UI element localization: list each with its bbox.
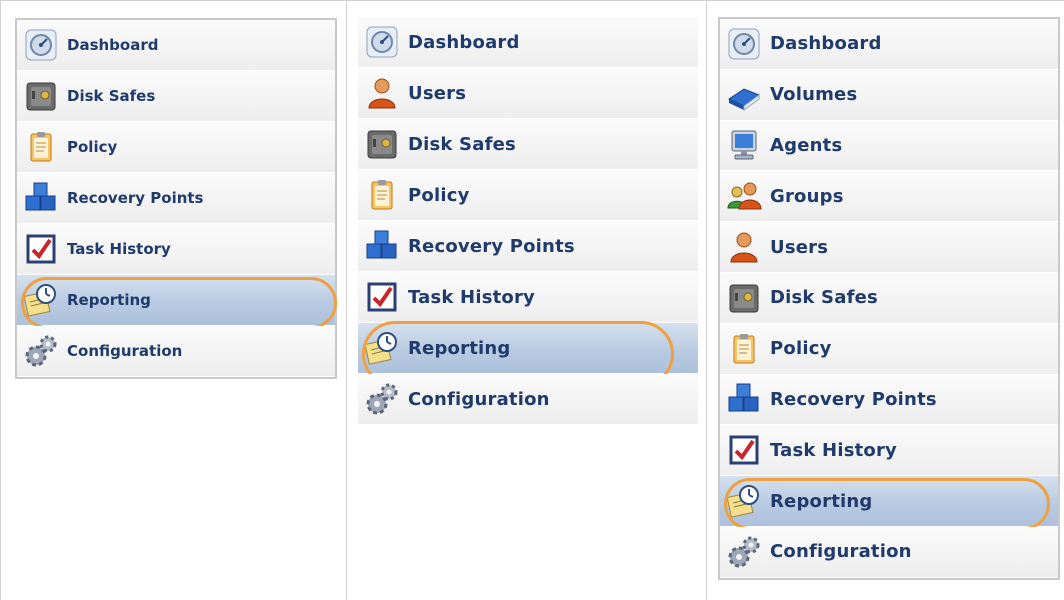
policy-icon: [364, 177, 400, 213]
menu-item-reporting[interactable]: Reporting: [17, 275, 337, 329]
disk-safe-icon: [726, 280, 762, 316]
menu-item-disk-safes[interactable]: Disk Safes: [17, 71, 335, 122]
menu-item-volumes[interactable]: Volumes: [720, 69, 1058, 121]
menu-item-task-history[interactable]: Task History: [358, 272, 698, 323]
menu-item-label: Configuration: [67, 342, 183, 360]
task-history-icon: [23, 231, 59, 267]
reporting-icon: [726, 483, 762, 519]
menu-item-recovery-points[interactable]: Recovery Points: [358, 221, 698, 272]
menu-item-policy[interactable]: Policy: [17, 122, 335, 173]
user-icon: [726, 229, 762, 265]
groups-icon: [726, 178, 762, 214]
policy-icon: [726, 331, 762, 367]
menu-item-label: Task History: [408, 286, 535, 308]
nav-menu-full: Dashboard Volumes Agents Groups Users Di…: [718, 17, 1060, 580]
menu-item-label: Policy: [770, 338, 832, 360]
menu-item-configuration[interactable]: Configuration: [17, 326, 335, 377]
menu-item-label: Disk Safes: [408, 133, 516, 155]
volumes-icon: [726, 77, 762, 113]
recovery-points-icon: [23, 180, 59, 216]
menu-item-label: Reporting: [67, 291, 151, 309]
menu-item-disk-safes[interactable]: Disk Safes: [358, 119, 698, 170]
menu-item-label: Users: [770, 236, 829, 258]
reporting-icon: [364, 330, 400, 366]
configuration-icon: [726, 534, 762, 570]
menu-item-label: Reporting: [770, 490, 873, 512]
menu-item-label: Groups: [770, 185, 844, 207]
menu-item-agents[interactable]: Agents: [720, 120, 1058, 172]
menu-item-label: Recovery Points: [770, 388, 937, 410]
menu-item-dashboard[interactable]: Dashboard: [358, 17, 698, 68]
menu-item-groups[interactable]: Groups: [720, 171, 1058, 223]
menu-item-recovery-points[interactable]: Recovery Points: [17, 173, 335, 224]
configuration-icon: [364, 381, 400, 417]
panel-cell-1: Dashboard Disk Safes Policy Recovery Poi…: [0, 0, 347, 600]
menu-item-label: Policy: [408, 184, 470, 206]
menu-item-label: Configuration: [408, 388, 550, 410]
menu-item-configuration[interactable]: Configuration: [720, 526, 1058, 578]
menu-item-label: Disk Safes: [67, 87, 156, 105]
nav-menu-basic: Dashboard Disk Safes Policy Recovery Poi…: [15, 18, 337, 379]
recovery-points-icon: [364, 228, 400, 264]
menu-item-policy[interactable]: Policy: [358, 170, 698, 221]
menu-item-reporting[interactable]: Reporting: [358, 321, 698, 387]
menu-item-label: Volumes: [770, 84, 858, 106]
menu-item-task-history[interactable]: Task History: [17, 224, 335, 275]
nav-menu-with-users: Dashboard Users Disk Safes Policy Recove…: [358, 17, 698, 425]
reporting-icon: [23, 282, 59, 318]
menu-item-label: Reporting: [408, 337, 511, 359]
panel-cell-2: Dashboard Users Disk Safes Policy Recove…: [346, 0, 707, 600]
menu-item-users[interactable]: Users: [358, 68, 698, 119]
menu-item-label: Recovery Points: [408, 235, 575, 257]
menu-item-label: Dashboard: [770, 33, 882, 55]
menu-item-label: Dashboard: [408, 31, 520, 53]
recovery-points-icon: [726, 381, 762, 417]
menu-item-label: Configuration: [770, 541, 912, 563]
menu-item-recovery-points[interactable]: Recovery Points: [720, 374, 1058, 426]
menu-item-dashboard[interactable]: Dashboard: [17, 20, 335, 71]
disk-safe-icon: [364, 126, 400, 162]
menu-item-disk-safes[interactable]: Disk Safes: [720, 272, 1058, 324]
dashboard-icon: [364, 24, 400, 60]
menu-item-policy[interactable]: Policy: [720, 323, 1058, 375]
disk-safe-icon: [23, 78, 59, 114]
menu-item-label: Task History: [770, 439, 897, 461]
task-history-icon: [726, 432, 762, 468]
menu-item-label: Disk Safes: [770, 287, 878, 309]
dashboard-icon: [23, 27, 59, 63]
menu-item-label: Users: [408, 82, 467, 104]
menu-item-users[interactable]: Users: [720, 222, 1058, 273]
menu-item-dashboard[interactable]: Dashboard: [720, 19, 1058, 70]
menu-item-configuration[interactable]: Configuration: [358, 374, 698, 425]
task-history-icon: [364, 279, 400, 315]
menu-item-label: Dashboard: [67, 36, 159, 54]
policy-icon: [23, 129, 59, 165]
menu-item-reporting[interactable]: Reporting: [720, 476, 1058, 530]
menu-item-label: Agents: [770, 134, 843, 156]
configuration-icon: [23, 333, 59, 369]
menu-item-label: Recovery Points: [67, 189, 204, 207]
menu-item-label: Policy: [67, 138, 118, 156]
menu-item-label: Task History: [67, 240, 171, 258]
panel-cell-3: Dashboard Volumes Agents Groups Users Di…: [706, 0, 1064, 600]
menu-item-task-history[interactable]: Task History: [720, 425, 1058, 477]
agents-icon: [726, 127, 762, 163]
dashboard-icon: [726, 26, 762, 62]
user-icon: [364, 75, 400, 111]
